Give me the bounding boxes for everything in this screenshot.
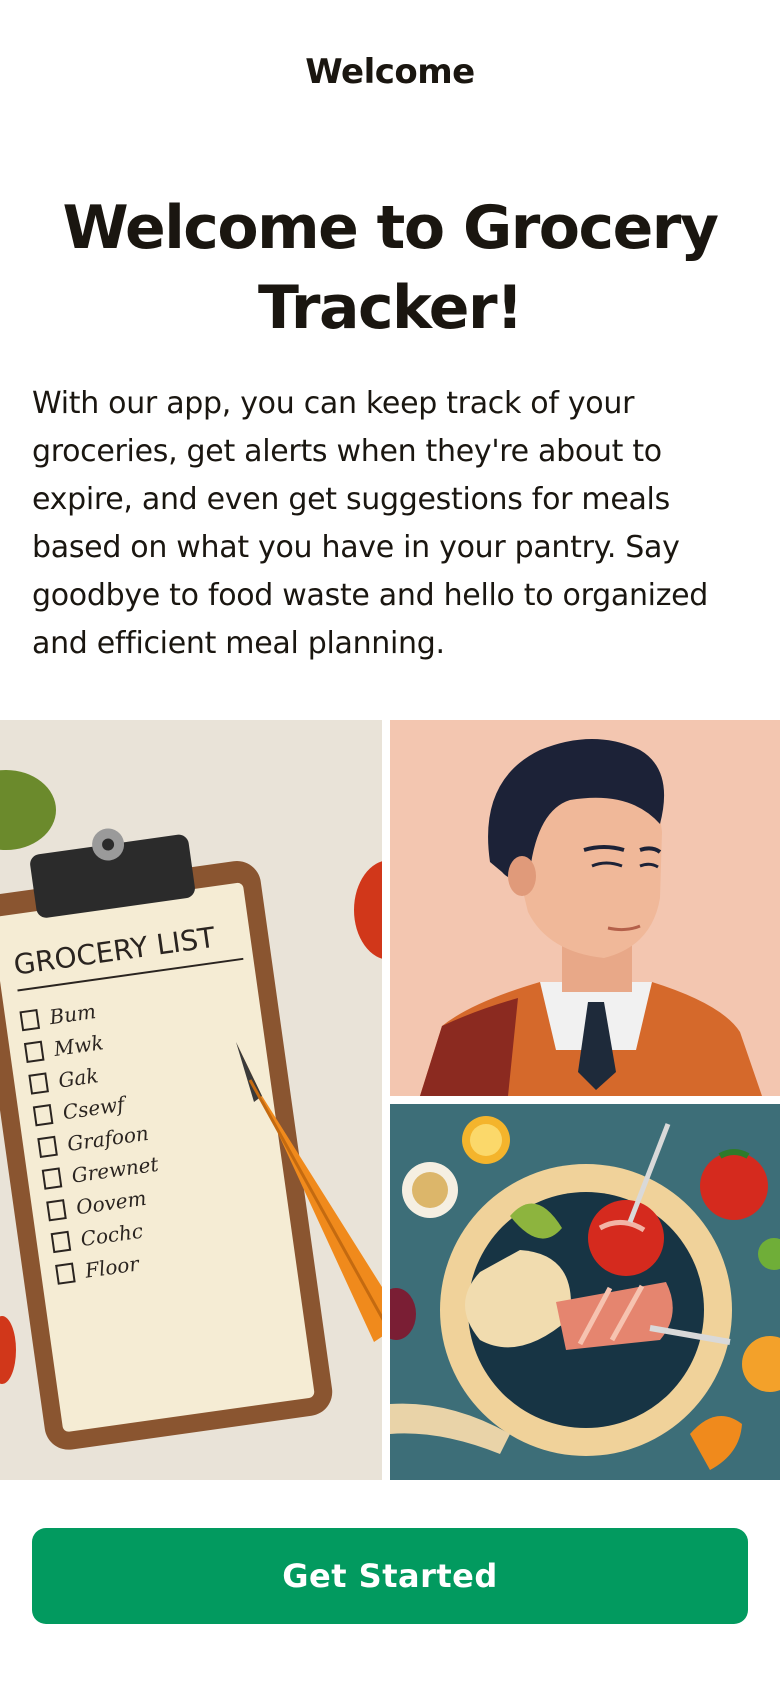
top-bar: Welcome (0, 0, 780, 150)
screen-title: Welcome (305, 52, 475, 92)
image-gallery: GROCERY LIST Bum Mwk Gak Csewf Grafoon G… (0, 720, 780, 1480)
welcome-headline: Welcome to Grocery Tracker! (62, 193, 719, 343)
tomato-side (700, 1152, 768, 1220)
get-started-button[interactable]: Get Started (32, 1528, 748, 1624)
meal-plate-image (390, 1104, 780, 1480)
person-portrait-image (390, 720, 780, 1096)
intro-paragraph: With our app, you can keep track of your… (32, 386, 709, 661)
meal-illustration (390, 1104, 780, 1480)
portrait-illustration (390, 720, 780, 1096)
grocery-list-image: GROCERY LIST Bum Mwk Gak Csewf Grafoon G… (0, 720, 382, 1480)
clipboard-illustration: GROCERY LIST Bum Mwk Gak Csewf Grafoon G… (0, 720, 382, 1480)
tomato-on-plate (588, 1200, 664, 1276)
